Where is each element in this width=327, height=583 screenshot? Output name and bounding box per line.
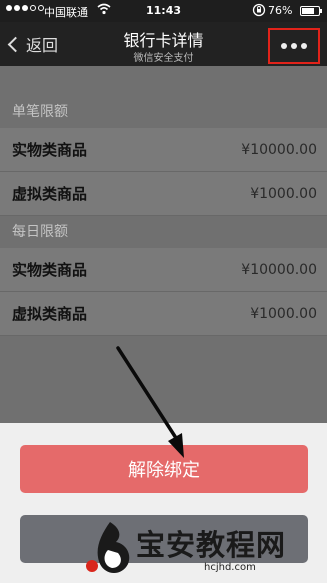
list-item: 虚拟类商品 ¥1000.00 — [0, 172, 327, 216]
list-item: 虚拟类商品 ¥1000.00 — [0, 292, 327, 336]
item-label: 实物类商品 — [12, 261, 88, 279]
list-item: 实物类商品 ¥10000.00 — [0, 128, 327, 172]
item-value: ¥1000.00 — [250, 305, 317, 322]
item-label: 实物类商品 — [12, 141, 88, 159]
section-header-daily-limit: 每日限额 — [12, 224, 68, 240]
item-label: 虚拟类商品 — [12, 185, 88, 203]
watermark-url: hcjhd.com — [204, 562, 256, 573]
item-value: ¥10000.00 — [241, 261, 317, 278]
watermark: 宝安教程网 hcjhd.com — [80, 518, 320, 582]
more-dot-icon — [291, 43, 297, 49]
more-options-button[interactable] — [268, 28, 320, 64]
watermark-logo-icon — [86, 522, 130, 573]
more-dot-icon — [281, 43, 287, 49]
list-item: 实物类商品 ¥10000.00 — [0, 248, 327, 292]
status-bar: 中国联通 11:43 76% — [0, 0, 327, 22]
section-header-single-limit: 单笔限额 — [12, 104, 68, 120]
unbind-card-button[interactable]: 解除绑定 — [20, 445, 308, 493]
navigation-bar: 返回 银行卡详情 微信安全支付 — [0, 22, 327, 66]
item-value: ¥10000.00 — [241, 141, 317, 158]
battery-percent: 76% — [268, 4, 293, 17]
item-value: ¥1000.00 — [250, 185, 317, 202]
more-dot-icon — [301, 43, 307, 49]
rotation-lock-icon — [252, 3, 266, 17]
battery-icon — [300, 6, 322, 16]
limits-content: 单笔限额 实物类商品 ¥10000.00 虚拟类商品 ¥1000.00 每日限额… — [0, 66, 327, 423]
item-label: 虚拟类商品 — [12, 305, 88, 323]
watermark-text: 宝安教程网 — [136, 528, 287, 562]
